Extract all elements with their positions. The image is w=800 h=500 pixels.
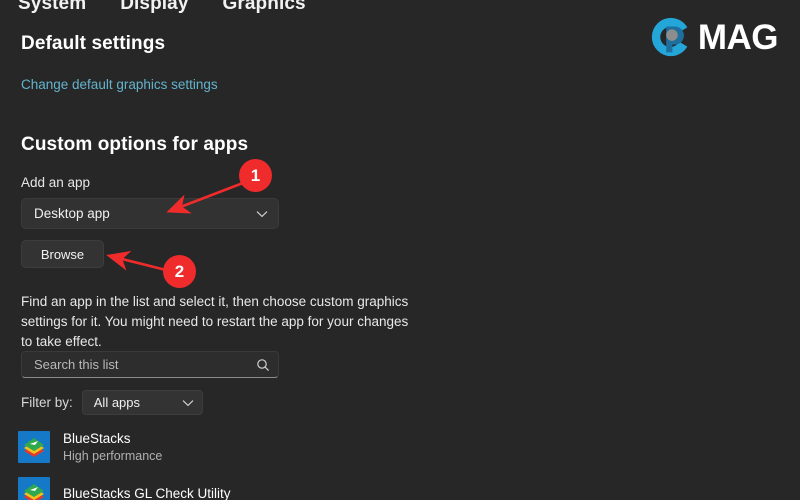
change-default-graphics-settings-link[interactable]: Change default graphics settings (21, 77, 218, 92)
app-list: BlueStacks High performance BlueStacks G… (18, 424, 348, 500)
search-icon[interactable] (256, 358, 270, 372)
pcmag-c-ring-icon (651, 17, 688, 57)
list-item[interactable]: BlueStacks GL Check Utility (18, 470, 348, 500)
custom-options-heading: Custom options for apps (21, 134, 249, 155)
filter-dropdown[interactable]: All apps (81, 390, 203, 415)
chevron-down-icon (256, 210, 268, 217)
app-preference: High performance (63, 449, 163, 463)
filter-by-label: Filter by: (21, 395, 73, 410)
breadcrumb-item-graphics[interactable]: Graphics (223, 0, 306, 15)
breadcrumb-item-display[interactable]: Display (120, 0, 188, 15)
breadcrumb: System Display Graphics (0, 0, 306, 17)
browse-button[interactable]: Browse (21, 240, 104, 268)
chevron-down-icon (182, 399, 194, 406)
search-placeholder: Search this list (34, 357, 119, 372)
annotation-badge-1: 1 (239, 159, 272, 192)
settings-graphics-page: System Display Graphics MAG Default sett… (0, 0, 800, 500)
logo-text: MAG (697, 17, 779, 57)
app-name: BlueStacks (63, 431, 131, 446)
filter-dropdown-value: All apps (93, 395, 141, 410)
breadcrumb-item-system[interactable]: System (18, 0, 86, 15)
bluestacks-icon (18, 431, 50, 463)
app-name: BlueStacks GL Check Utility (63, 485, 231, 500)
app-type-dropdown-value: Desktop app (34, 206, 110, 221)
add-an-app-label: Add an app (21, 175, 91, 190)
arrow-to-browse-button (106, 250, 167, 272)
search-input[interactable]: Search this list (21, 351, 279, 378)
bluestacks-icon (18, 477, 50, 500)
custom-options-description: Find an app in the list and select it, t… (21, 294, 409, 349)
filter-row: Filter by: All apps (21, 390, 203, 415)
app-type-dropdown[interactable]: Desktop app (21, 198, 279, 229)
pcmag-logo: MAG (648, 14, 779, 60)
list-item[interactable]: BlueStacks High performance (18, 424, 348, 470)
annotation-badge-2: 2 (163, 255, 196, 288)
default-settings-heading: Default settings (21, 33, 166, 54)
